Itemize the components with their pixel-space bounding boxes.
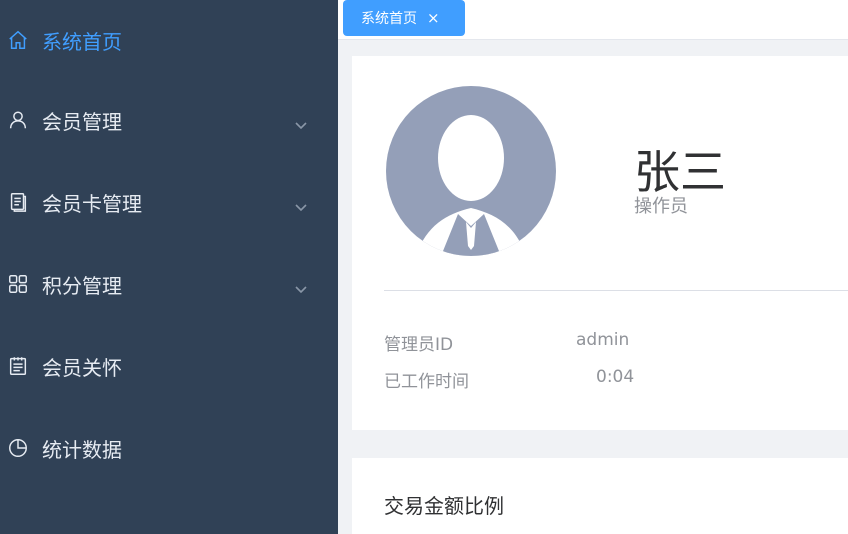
pie-chart-icon [6,436,30,460]
user-icon [6,108,30,132]
admin-id-label: 管理员ID [384,335,454,355]
user-info-card: 张三 操作员 管理员ID admin 已工作时间 0:04 [352,56,848,430]
sidebar-item-label: 会员管理 [42,109,122,134]
sidebar-item-statistics[interactable]: 统计数据 [0,428,338,468]
grid-icon [6,272,30,296]
sidebar-item-label: 统计数据 [42,437,122,462]
user-role: 操作员 [634,196,688,217]
sidebar-item-label: 系统首页 [42,29,122,54]
main-content: 系统首页 × 张三 操作员 管理员ID admin 已工作时间 0:04 交易金… [338,0,848,534]
chevron-down-icon [294,277,308,294]
work-time-label: 已工作时间 [384,372,469,392]
transaction-ratio-card: 交易金额比例 [352,458,848,534]
document-icon [6,190,30,214]
chevron-down-icon [294,113,308,130]
tab-label: 系统首页 [361,11,417,27]
avatar [386,86,556,256]
sidebar-item-member-care[interactable]: 会员关怀 [0,346,338,386]
work-time-value: 0:04 [596,367,635,387]
tab-home[interactable]: 系统首页 × [343,0,465,36]
notes-icon [6,354,30,378]
sidebar-item-label: 积分管理 [42,273,122,298]
chevron-down-icon [294,195,308,212]
admin-id-value: admin [576,330,630,350]
sidebar-item-label: 会员卡管理 [42,191,142,216]
sidebar-item-points[interactable]: 积分管理 [0,264,338,304]
sidebar: 系统首页 会员管理 会员卡管理 积分管理 会员关怀 统计数据 [0,0,338,534]
sidebar-item-home[interactable]: 系统首页 [0,20,338,60]
sidebar-item-label: 会员关怀 [42,355,122,380]
sidebar-item-member-management[interactable]: 会员管理 [0,100,338,140]
card-title: 交易金额比例 [384,494,504,518]
divider [384,290,848,291]
sidebar-item-member-card[interactable]: 会员卡管理 [0,182,338,222]
close-icon[interactable]: × [427,9,440,27]
tab-bar: 系统首页 × [338,0,848,40]
home-icon [6,28,30,52]
